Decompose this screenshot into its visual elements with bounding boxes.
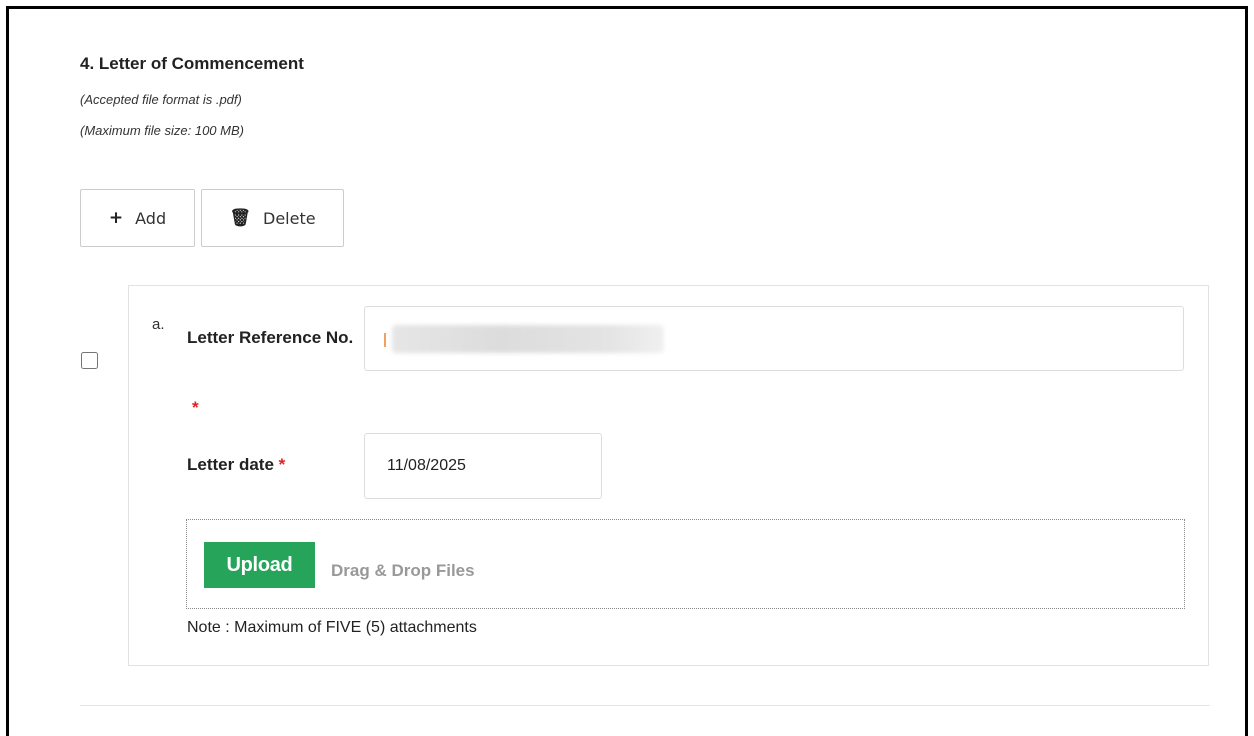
letter-date-value: 11/08/2025 xyxy=(387,457,466,474)
item-select-checkbox[interactable] xyxy=(81,352,98,369)
letter-reference-label: Letter Reference No. xyxy=(187,322,357,354)
file-format-hint: (Accepted file format is .pdf) xyxy=(80,92,242,107)
item-index: a. xyxy=(152,316,165,333)
drag-drop-text: Drag & Drop Files xyxy=(331,561,475,580)
file-size-hint: (Maximum file size: 100 MB) xyxy=(80,123,244,138)
trash-icon: 🗑 xyxy=(229,208,251,228)
letter-date-label: Letter date * xyxy=(187,449,285,481)
redacted-value xyxy=(392,325,664,353)
add-button[interactable]: + Add xyxy=(80,189,195,247)
add-button-label: Add xyxy=(135,208,167,228)
upload-button[interactable]: Upload xyxy=(204,542,315,588)
delete-button-label: Delete xyxy=(263,208,316,228)
required-marker: * xyxy=(192,398,199,417)
text-caret xyxy=(384,333,386,347)
delete-button[interactable]: 🗑 Delete xyxy=(201,189,344,247)
section-title: 4. Letter of Commencement xyxy=(80,54,304,73)
plus-icon: + xyxy=(108,208,124,228)
attachment-limit-note: Note : Maximum of FIVE (5) attachments xyxy=(187,619,477,636)
letter-reference-label-text: Letter Reference No. xyxy=(187,328,354,347)
required-marker: * xyxy=(278,455,286,474)
letter-date-label-text: Letter date xyxy=(187,455,274,474)
section-divider xyxy=(80,705,1210,706)
letter-date-input[interactable]: 11/08/2025 xyxy=(364,433,602,499)
